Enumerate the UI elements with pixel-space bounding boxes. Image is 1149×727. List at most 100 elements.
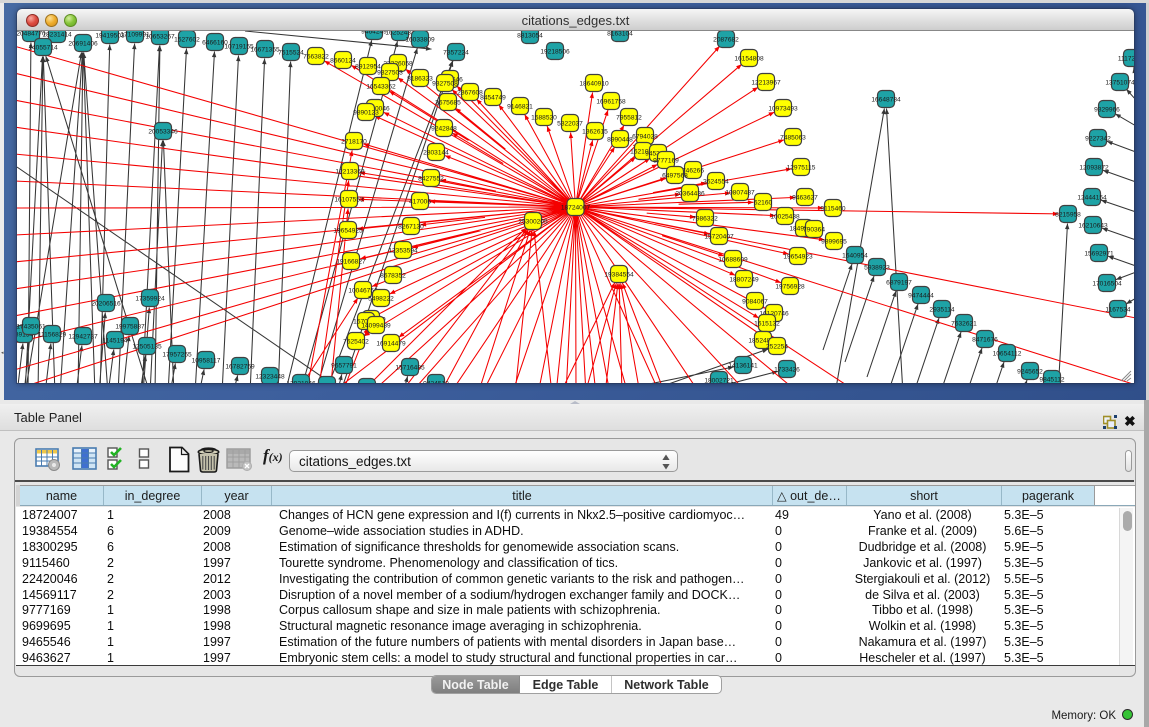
svg-text:9463627: 9463627: [792, 194, 818, 201]
svg-text:1145194: 1145194: [102, 337, 128, 344]
svg-text:15716485: 15716485: [395, 364, 425, 371]
svg-text:19654925: 19654925: [333, 227, 363, 234]
svg-text:10654112: 10654112: [993, 350, 1022, 357]
svg-text:15692971: 15692971: [1084, 250, 1114, 257]
svg-text:5498222: 5498222: [368, 295, 394, 302]
svg-text:16210643: 16210643: [1078, 222, 1108, 229]
svg-text:1640954: 1640954: [842, 252, 868, 259]
svg-text:12213363: 12213363: [335, 168, 365, 175]
svg-text:3675685: 3675685: [435, 99, 461, 106]
svg-text:2803144: 2803144: [423, 149, 449, 156]
svg-text:19218506: 19218506: [540, 48, 570, 55]
svg-text:6879197: 6879197: [886, 279, 912, 286]
svg-text:1167534: 1167534: [1105, 306, 1131, 313]
svg-text:62160: 62160: [754, 199, 773, 206]
svg-text:18724007: 18724007: [561, 204, 591, 211]
svg-text:7515524: 7515524: [278, 49, 304, 56]
svg-text:8215958: 8215958: [1055, 211, 1081, 218]
svg-text:9084067: 9084067: [742, 298, 768, 305]
svg-text:14055714: 14055714: [28, 44, 58, 51]
svg-text:14099489: 14099489: [361, 322, 391, 329]
svg-text:7357224: 7357224: [443, 49, 469, 56]
svg-text:25300205: 25300205: [518, 218, 548, 225]
svg-text:19975887: 19975887: [115, 323, 145, 330]
svg-text:8427552: 8427552: [418, 175, 444, 182]
svg-text:12323448: 12323448: [255, 373, 285, 380]
svg-text:3624554: 3624554: [703, 178, 729, 185]
svg-text:8660124: 8660124: [330, 57, 356, 64]
svg-text:8267130: 8267130: [398, 223, 424, 230]
svg-text:18640910: 18640910: [579, 80, 609, 87]
svg-text:20691406: 20691406: [68, 40, 98, 47]
svg-text:8163104: 8163104: [607, 31, 633, 37]
svg-text:12444154: 12444154: [1077, 194, 1107, 201]
svg-text:7663822: 7663822: [303, 53, 329, 60]
svg-text:16961758: 16961758: [596, 98, 626, 105]
svg-text:19166827: 19166827: [336, 258, 366, 265]
svg-text:790364: 790364: [803, 226, 825, 233]
svg-text:17435061: 17435061: [17, 323, 46, 330]
svg-text:9115460: 9115460: [820, 205, 846, 212]
svg-text:7625402: 7625402: [343, 338, 369, 345]
svg-text:1588520: 1588520: [531, 114, 557, 121]
svg-text:13751074: 13751074: [1105, 79, 1134, 86]
svg-text:12942737: 12942737: [68, 333, 98, 340]
svg-text:17957255: 17957255: [162, 351, 192, 358]
svg-text:6497568: 6497568: [662, 172, 688, 179]
svg-text:11156829: 11156829: [38, 331, 67, 338]
svg-text:18231414: 18231414: [42, 31, 72, 38]
svg-text:9329966: 9329966: [1094, 106, 1120, 113]
svg-text:10688609: 10688609: [718, 256, 748, 263]
svg-text:5938923: 5938923: [864, 264, 890, 271]
svg-text:8471676: 8471676: [972, 336, 998, 343]
svg-text:12921046: 12921046: [286, 380, 316, 382]
svg-text:9474444: 9474444: [908, 292, 934, 299]
svg-text:16154808: 16154808: [734, 55, 764, 62]
svg-text:19756928: 19756928: [775, 283, 805, 290]
svg-text:9899695: 9899695: [821, 238, 847, 245]
svg-text:9242848: 9242848: [431, 125, 457, 132]
svg-text:20364436: 20364436: [675, 190, 705, 197]
svg-text:16914479: 16914479: [376, 340, 406, 347]
svg-text:9245652: 9245652: [1017, 368, 1043, 375]
svg-text:16671355: 16671355: [250, 46, 280, 53]
svg-text:9890123: 9890123: [353, 109, 379, 116]
svg-text:1362615: 1362615: [582, 128, 608, 135]
svg-text:16782759: 16782759: [225, 363, 255, 370]
svg-text:12093872: 12093872: [1079, 164, 1109, 171]
svg-text:7485063: 7485063: [780, 134, 806, 141]
svg-text:1615132: 1615132: [754, 320, 780, 327]
svg-text:1527602: 1527602: [174, 36, 200, 43]
svg-text:9227342: 9227342: [1085, 135, 1111, 142]
svg-text:9777169: 9777169: [653, 157, 679, 164]
svg-text:8990448: 8990448: [607, 136, 633, 143]
svg-text:19654923: 19654923: [783, 253, 813, 260]
svg-text:12505135: 12505135: [132, 343, 162, 350]
svg-text:11172782: 11172782: [1118, 55, 1134, 62]
svg-text:12353594: 12353594: [388, 247, 418, 254]
svg-text:9146821: 9146821: [507, 103, 533, 110]
svg-text:417006: 417006: [409, 198, 431, 205]
svg-text:7986322: 7986322: [692, 215, 718, 222]
svg-text:8678352: 8678352: [380, 272, 406, 279]
svg-text:2087682: 2087682: [713, 36, 739, 43]
svg-text:15720407: 15720407: [704, 233, 734, 240]
svg-text:6794028: 6794028: [632, 133, 658, 140]
svg-text:17359924: 17359924: [135, 295, 165, 302]
svg-text:18002721: 18002721: [704, 377, 734, 382]
svg-text:16107553: 16107553: [334, 196, 364, 203]
svg-text:10807487: 10807487: [725, 189, 755, 196]
svg-text:9464249: 9464249: [361, 31, 387, 35]
svg-text:14136141: 14136141: [728, 362, 758, 369]
svg-text:2935114: 2935114: [929, 306, 955, 313]
svg-text:7632621: 7632621: [951, 320, 977, 327]
svg-text:7955812: 7955812: [616, 114, 642, 121]
svg-text:16648784: 16648784: [871, 96, 901, 103]
svg-text:12213967: 12213967: [751, 79, 781, 86]
svg-text:17016504: 17016504: [1092, 280, 1122, 287]
svg-text:16033809: 16033809: [405, 36, 435, 43]
svg-text:2718170: 2718170: [341, 138, 367, 145]
svg-text:8186323: 8186323: [407, 75, 433, 82]
svg-text:9327508: 9327508: [432, 80, 458, 87]
svg-text:8813054: 8813054: [517, 32, 543, 39]
